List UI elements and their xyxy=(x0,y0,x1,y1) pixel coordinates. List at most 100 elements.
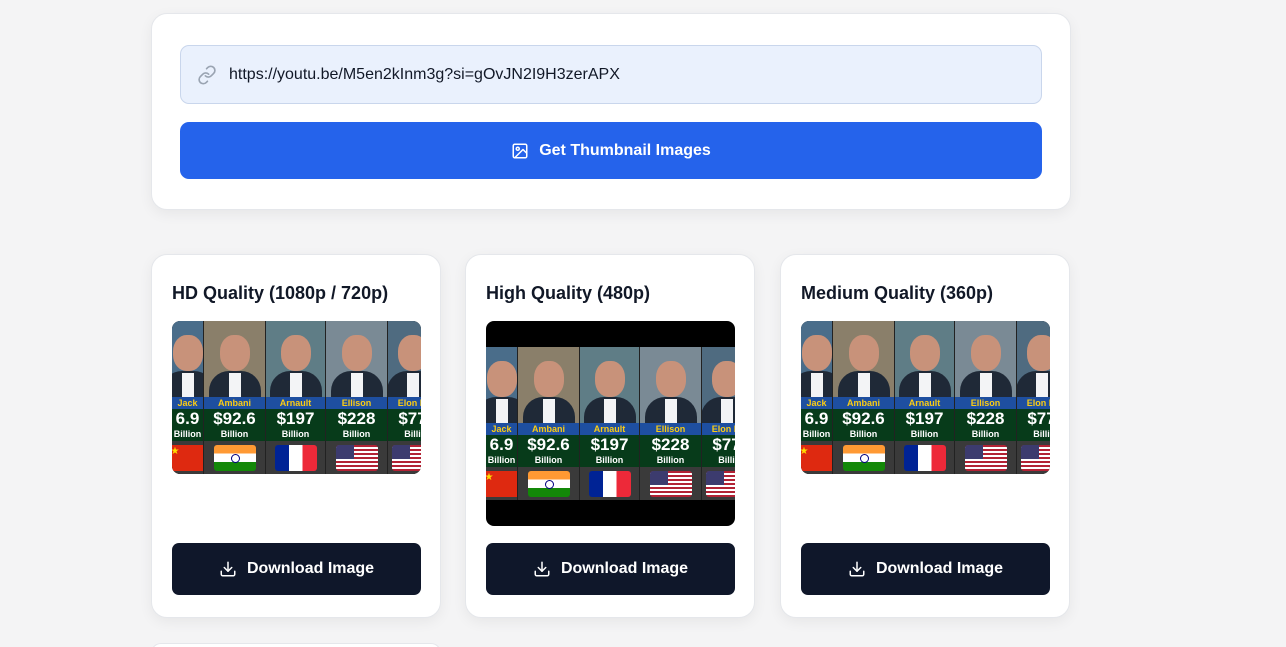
portrait-head xyxy=(594,361,625,397)
thumbnail-value: $228 Billion xyxy=(326,409,387,441)
thumbnail-value: $92.6 Billion xyxy=(204,409,265,441)
thumbnail-name: Elon M xyxy=(1017,397,1050,409)
thumbnail-name: Jack xyxy=(172,397,203,409)
portrait xyxy=(518,347,579,423)
high-thumbnail-image: Jack6.9BillionAmbani$92.6BillionArnault$… xyxy=(486,321,735,526)
thumbnail-column: Elon M$77Billi xyxy=(702,347,735,500)
thumbnail-name: Ambani xyxy=(833,397,894,409)
thumbnail-amount: $197 xyxy=(590,435,629,454)
get-thumbnail-images-label: Get Thumbnail Images xyxy=(539,141,711,159)
usa-flag xyxy=(964,445,1007,471)
high-quality-card: High Quality (480p) Jack6.9BillionAmbani… xyxy=(465,254,755,618)
thumbnail-value: $197 Billion xyxy=(266,409,325,441)
thumbnail-column: Jack 6.9 Billion xyxy=(486,347,518,500)
thumbnail-name: Elon M xyxy=(702,423,735,435)
thumbnail-strip: Jack6.9BillionAmbani$92.6BillionArnault$… xyxy=(486,347,735,500)
usa-flag xyxy=(335,445,378,471)
thumbnail-value: $228 Billion xyxy=(955,409,1016,441)
thumbnail-unit: Billion xyxy=(173,429,202,439)
portrait xyxy=(388,321,421,397)
thumbnail-name: Ellison xyxy=(640,423,701,435)
thumbnail-unit: Billion xyxy=(281,429,310,439)
thumbnail-amount: $228 xyxy=(651,435,690,454)
portrait xyxy=(486,347,517,423)
thumbnail-name: Elon M xyxy=(388,397,421,409)
flag-row xyxy=(955,441,1016,474)
flag-row xyxy=(388,441,421,474)
thumbnail-amount: 6.9 xyxy=(175,409,200,428)
china-flag xyxy=(801,445,832,471)
thumbnail-unit: Billion xyxy=(487,455,516,465)
thumbnail-value: $92.6 Billion xyxy=(833,409,894,441)
portrait-shirt xyxy=(181,373,194,397)
portrait-head xyxy=(533,361,564,397)
thumbnail-amount: $77 xyxy=(398,409,421,428)
flag-row xyxy=(326,441,387,474)
thumbnail-name: Arnault xyxy=(895,397,954,409)
thumbnail-unit: Billi xyxy=(718,455,735,465)
download-icon xyxy=(219,560,237,578)
thumbnail-amount: 6.9 xyxy=(804,409,829,428)
high-download-button[interactable]: Download Image xyxy=(486,543,735,595)
india-flag xyxy=(842,445,885,471)
thumbnail-column: Arnault $197 Billion xyxy=(266,321,326,474)
url-field[interactable] xyxy=(180,45,1042,104)
portrait-head xyxy=(970,335,1001,371)
portrait-shirt xyxy=(350,373,363,397)
thumbnail-amount: 6.9 xyxy=(489,435,514,454)
medium-thumbnail-image: Jack6.9BillionAmbani$92.6BillionArnault$… xyxy=(801,321,1050,474)
thumbnail-strip: Jack6.9BillionAmbani$92.6BillionArnault$… xyxy=(801,321,1050,474)
thumbnail-strip: Jack6.9BillionAmbani$92.6BillionArnault$… xyxy=(172,321,421,474)
hd-quality-title: HD Quality (1080p / 720p) xyxy=(172,283,389,303)
portrait-shirt xyxy=(406,373,419,397)
portrait xyxy=(833,321,894,397)
get-thumbnail-images-button[interactable]: Get Thumbnail Images xyxy=(180,122,1042,179)
hd-download-label: Download Image xyxy=(246,560,375,577)
flag-row xyxy=(801,441,832,474)
portrait xyxy=(895,321,954,397)
next-quality-card-edge xyxy=(151,643,441,647)
thumbnail-amount: $228 xyxy=(337,409,376,428)
flag-row xyxy=(486,467,517,500)
medium-download-button[interactable]: Download Image xyxy=(801,543,1050,595)
france-flag xyxy=(903,445,946,471)
thumbnail-unit: Billion xyxy=(849,429,878,439)
thumbnail-column: Ambani $92.6 Billion xyxy=(518,347,580,500)
portrait xyxy=(580,347,639,423)
portrait-head xyxy=(801,335,832,371)
thumbnail-value: $77Billi xyxy=(702,435,735,467)
portrait xyxy=(1017,321,1050,397)
thumbnail-amount: $77 xyxy=(712,435,735,454)
thumbnail-column: Ambani $92.6 Billion xyxy=(204,321,266,474)
thumbnail-amount: $197 xyxy=(276,409,315,428)
portrait-shirt xyxy=(857,373,870,397)
url-input-card: Get Thumbnail Images xyxy=(151,13,1071,210)
thumbnail-name: Ellison xyxy=(955,397,1016,409)
thumbnail-value: $77Billi xyxy=(388,409,421,441)
portrait xyxy=(702,347,735,423)
portrait-shirt xyxy=(664,399,677,423)
usa-flag xyxy=(649,471,692,497)
portrait xyxy=(172,321,203,397)
url-input[interactable] xyxy=(229,65,1009,84)
portrait-head xyxy=(848,335,879,371)
hd-download-button[interactable]: Download Image xyxy=(172,543,421,595)
portrait-head xyxy=(711,361,735,397)
thumbnail-unit: Billion xyxy=(342,429,371,439)
portrait-shirt xyxy=(810,373,823,397)
thumbnail-amount: $92.6 xyxy=(527,435,570,454)
thumbnail-unit: Billion xyxy=(802,429,831,439)
thumbnail-unit: Billion xyxy=(910,429,939,439)
portrait-shirt xyxy=(603,399,616,423)
thumbnail-amount: $92.6 xyxy=(213,409,256,428)
portrait-shirt xyxy=(542,399,555,423)
flag-row xyxy=(702,467,735,500)
china-flag xyxy=(172,445,203,471)
flag-row xyxy=(580,467,639,500)
link-icon xyxy=(197,64,217,85)
india-flag xyxy=(527,471,570,497)
thumbnail-value: $77Billi xyxy=(1017,409,1050,441)
thumbnail-column: Arnault $197 Billion xyxy=(580,347,640,500)
thumbnail-value: $92.6 Billion xyxy=(518,435,579,467)
france-flag xyxy=(588,471,631,497)
